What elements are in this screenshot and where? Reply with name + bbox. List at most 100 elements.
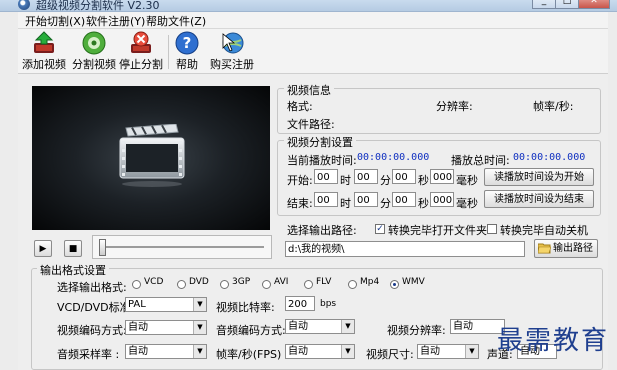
total-time-label: 播放总时间: (451, 154, 510, 167)
radio-wmv-label: WMV (402, 277, 425, 287)
app-icon (18, 0, 30, 10)
start-hour-unit: 时 (340, 174, 351, 187)
help-button[interactable]: ? 帮助 (163, 31, 211, 72)
stop-split-label: 停止分割 (119, 58, 163, 71)
cursor-globe-icon (220, 31, 244, 55)
maximize-button[interactable]: □ (555, 0, 579, 9)
end-second-unit: 秒 (418, 197, 429, 210)
radio-3gp-label: 3GP (232, 277, 251, 287)
slider-thumb[interactable] (99, 239, 106, 256)
chevron-down-icon: ▼ (193, 321, 206, 334)
bitrate-input[interactable]: 200 (285, 296, 315, 311)
add-video-button[interactable]: 添加视频 (20, 31, 68, 72)
radio-vcd[interactable] (132, 280, 141, 289)
radio-dvd-label: DVD (189, 277, 209, 287)
radio-mp4-label: Mp4 (360, 277, 380, 287)
radio-mp4[interactable] (348, 280, 357, 289)
buy-register-button[interactable]: 购买注册 (206, 31, 258, 72)
start-ms-unit: 毫秒 (456, 174, 478, 187)
current-time-label: 当前播放时间: (287, 154, 357, 167)
format-radio-group: VCD DVD 3GP AVI FLV Mp4 WMV (132, 277, 462, 291)
file-path-label: 文件路径: (287, 118, 335, 131)
start-second-unit: 秒 (418, 174, 429, 187)
output-path-input[interactable]: d:\我的视频\ (285, 241, 525, 257)
standard-select[interactable]: PAL ▼ (125, 297, 207, 312)
chevron-down-icon: ▼ (341, 345, 354, 358)
split-video-button[interactable]: 分割视频 (70, 31, 118, 72)
chevron-down-icon: ▼ (341, 320, 354, 333)
close-button[interactable]: ✕ (578, 0, 610, 9)
minimize-button[interactable]: _ (532, 0, 556, 9)
chevron-down-icon: ▼ (193, 298, 206, 311)
set-start-button[interactable]: 读播放时间设为开始 (484, 168, 594, 186)
radio-flv-label: FLV (316, 277, 332, 287)
video-codec-value: 自动 (128, 322, 148, 333)
menu-register[interactable]: 软件注册(Y) (86, 13, 145, 29)
stop-split-icon (129, 31, 153, 55)
split-video-icon (82, 31, 106, 55)
fps-select[interactable]: 自动 ▼ (285, 344, 355, 359)
end-hour-input[interactable]: 00 (314, 192, 338, 207)
end-ms-input[interactable]: 000 (430, 192, 454, 207)
standard-value: PAL (128, 299, 146, 310)
split-video-label: 分割视频 (72, 58, 116, 71)
help-label: 帮助 (176, 58, 198, 71)
start-second-input[interactable]: 00 (392, 169, 416, 184)
radio-vcd-label: VCD (144, 277, 164, 287)
watermark-text: 最需教育 (497, 326, 610, 356)
end-ms-unit: 毫秒 (456, 197, 478, 210)
end-hour-unit: 时 (340, 197, 351, 210)
video-codec-select[interactable]: 自动 ▼ (125, 320, 207, 335)
radio-wmv[interactable] (390, 280, 399, 289)
end-minute-input[interactable]: 00 (354, 192, 378, 207)
set-end-button[interactable]: 读播放时间设为结束 (484, 190, 594, 208)
output-path-button[interactable]: 输出路径 (534, 239, 598, 258)
film-clapper-icon (119, 124, 185, 187)
audio-codec-select[interactable]: 自动 ▼ (285, 319, 355, 334)
audio-codec-value: 自动 (288, 321, 308, 332)
menu-start-split[interactable]: 开始切割(X) (25, 13, 85, 29)
radio-avi[interactable] (262, 280, 271, 289)
start-ms-input[interactable]: 000 (430, 169, 454, 184)
stop-split-button[interactable]: 停止分割 (117, 31, 165, 72)
standard-label: VCD/DVD标准: (57, 301, 135, 314)
shutdown-checkbox[interactable] (487, 224, 497, 234)
video-preview (32, 86, 270, 230)
open-folder-label: 转换完毕打开文件夹 (388, 224, 487, 237)
start-minute-unit: 分 (380, 174, 391, 187)
end-label: 结束: (287, 197, 313, 210)
toolbar: 添加视频 分割视频 停止分割 ? 帮助 购买注册 (18, 29, 608, 74)
play-button[interactable]: ▶ (34, 240, 52, 257)
menu-bar: 开始切割(X) 软件注册(Y) 帮助文件(Z) (18, 12, 608, 29)
chevron-down-icon: ▼ (193, 345, 206, 358)
sample-rate-select[interactable]: 自动 ▼ (125, 344, 207, 359)
folder-icon (537, 242, 552, 260)
end-second-input[interactable]: 00 (392, 192, 416, 207)
stop-button[interactable]: ■ (64, 240, 82, 257)
radio-3gp[interactable] (220, 280, 229, 289)
add-video-label: 添加视频 (22, 58, 66, 71)
buy-register-label: 购买注册 (210, 58, 254, 71)
fps-label: 帧率/秒(FPS) (216, 348, 282, 361)
start-hour-input[interactable]: 00 (314, 169, 338, 184)
radio-dvd[interactable] (177, 280, 186, 289)
current-time-value: 00:00:00.000 (357, 152, 430, 163)
radio-flv[interactable] (304, 280, 313, 289)
seek-slider[interactable] (92, 235, 272, 259)
video-size-select[interactable]: 自动 ▼ (417, 344, 479, 359)
resolution-label: 分辨率: (436, 100, 473, 113)
menu-help[interactable]: 帮助文件(Z) (146, 13, 206, 29)
total-time-value: 00:00:00.000 (513, 152, 586, 163)
video-codec-label: 视频编码方式: (57, 324, 127, 337)
start-minute-input[interactable]: 00 (354, 169, 378, 184)
choose-format-label: 选择输出格式: (57, 281, 127, 294)
audio-codec-label: 音频编码方式: (216, 324, 286, 337)
radio-avi-label: AVI (274, 277, 289, 287)
output-path-label: 选择输出路径: (287, 224, 357, 237)
output-format-legend: 输出格式设置 (37, 262, 109, 278)
open-folder-checkbox[interactable]: ✓ (375, 224, 385, 234)
video-resolution-value: 自动 (453, 321, 473, 332)
help-icon: ? (175, 31, 199, 55)
sample-rate-value: 自动 (128, 346, 148, 357)
chevron-down-icon: ▼ (465, 345, 478, 358)
